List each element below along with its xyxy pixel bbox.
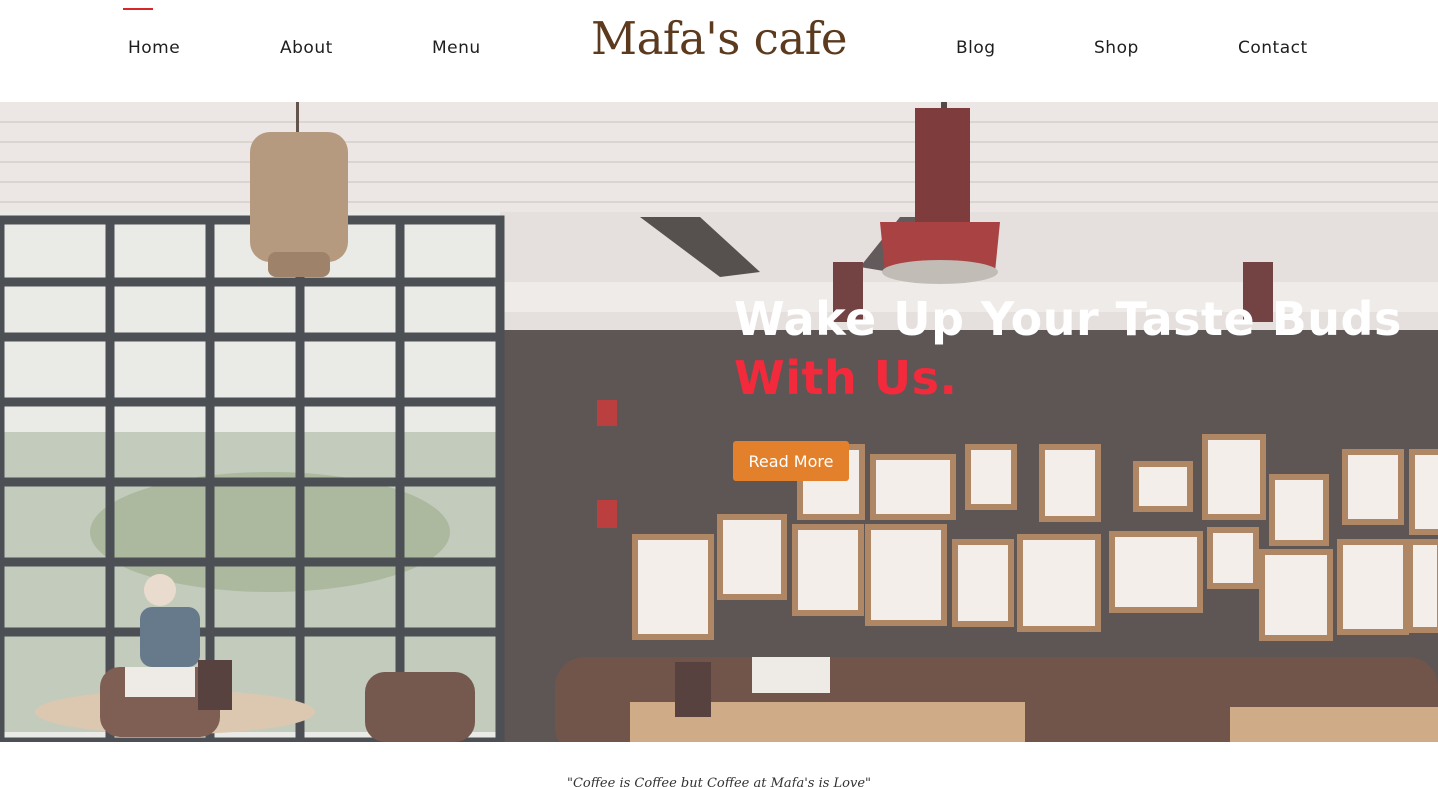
- hero-headline-line2: With Us.: [734, 351, 958, 405]
- nav-blog-link[interactable]: Blog: [956, 38, 996, 58]
- nav-about-link[interactable]: About: [280, 38, 333, 58]
- hero-headline-line1: Wake Up Your Taste Buds: [734, 292, 1402, 346]
- tagline-quote: "Coffee is Coffee but Coffee at Mafa's i…: [566, 776, 872, 787]
- nav-home-link[interactable]: Home: [128, 38, 180, 58]
- site-logo[interactable]: Mafa's cafe: [588, 4, 850, 74]
- active-nav-indicator: [123, 8, 153, 10]
- hero-section: Wake Up Your Taste Buds With Us. Read Mo…: [0, 102, 1438, 742]
- nav-menu-link[interactable]: Menu: [432, 38, 481, 58]
- read-more-button[interactable]: Read More: [733, 441, 849, 481]
- nav-contact-link[interactable]: Contact: [1238, 38, 1308, 58]
- hero-headline: Wake Up Your Taste Buds With Us.: [734, 290, 1434, 408]
- nav-shop-link[interactable]: Shop: [1094, 38, 1139, 58]
- hero-background-image: [0, 102, 1438, 742]
- site-header: Home About Menu Mafa's cafe Blog Shop Co…: [0, 0, 1438, 102]
